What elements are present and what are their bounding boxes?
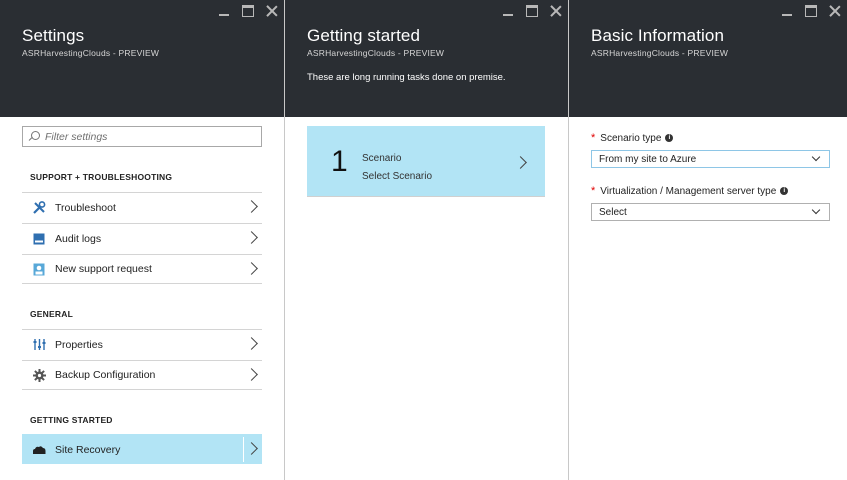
- window-controls: [218, 5, 278, 17]
- getting-started-blade: Getting started ASRHarvestingClouds - PR…: [285, 0, 569, 480]
- menu-item-label: Troubleshoot: [55, 201, 116, 214]
- field-label-text: Virtualization / Management server type: [600, 185, 777, 197]
- chevron-right-icon: [245, 368, 258, 381]
- menu-item-audit-logs[interactable]: Audit logs: [22, 223, 262, 253]
- wrench-icon: [32, 200, 46, 215]
- getting-started-blade-header: Getting started ASRHarvestingClouds - PR…: [285, 0, 568, 117]
- support-person-icon: [32, 262, 46, 276]
- section-header-getting-started: GETTING STARTED: [30, 415, 113, 425]
- required-marker: *: [591, 185, 596, 197]
- chevron-right-icon: [514, 156, 527, 169]
- window-controls: [781, 5, 841, 17]
- divider: [243, 437, 244, 462]
- menu-item-label: New support request: [55, 263, 152, 275]
- chevron-right-icon: [245, 442, 258, 455]
- maximize-icon[interactable]: [242, 5, 254, 17]
- field-label-text: Scenario type: [600, 132, 662, 144]
- server-type-label: * Virtualization / Management server typ…: [591, 185, 789, 197]
- menu-item-site-recovery[interactable]: Site Recovery: [22, 434, 262, 464]
- close-icon[interactable]: [550, 5, 562, 17]
- chevron-right-icon: [245, 337, 258, 350]
- filter-settings-input[interactable]: [45, 130, 245, 143]
- basic-information-blade: Basic Information ASRHarvestingClouds - …: [569, 0, 847, 480]
- close-icon[interactable]: [829, 5, 841, 17]
- step-subtitle: Select Scenario: [362, 171, 433, 182]
- menu-item-properties[interactable]: Properties: [22, 329, 262, 359]
- filter-settings-search[interactable]: [22, 126, 262, 147]
- chevron-down-icon: [811, 152, 821, 162]
- cloud-icon: [32, 443, 46, 457]
- window-controls: [502, 5, 562, 17]
- blade-description: These are long running tasks done on pre…: [307, 72, 506, 83]
- menu-item-label: Properties: [55, 338, 103, 351]
- blade-title: Basic Information: [591, 26, 725, 45]
- dropdown-value: Select: [599, 206, 627, 218]
- search-icon: [29, 131, 40, 142]
- menu-item-label: Backup Configuration: [55, 369, 156, 381]
- blade-subtitle: ASRHarvestingClouds - PREVIEW: [22, 48, 160, 58]
- minimize-icon[interactable]: [218, 5, 230, 17]
- menu-item-label: Site Recovery: [55, 443, 121, 456]
- settings-blade-header: Settings ASRHarvestingClouds - PREVIEW: [0, 0, 284, 117]
- scenario-step-tile[interactable]: 1 Scenario Select Scenario: [307, 126, 545, 197]
- server-type-dropdown[interactable]: Select: [591, 203, 830, 221]
- dropdown-value: From my site to Azure: [599, 153, 697, 165]
- step-number: 1: [331, 145, 348, 178]
- close-icon[interactable]: [266, 5, 278, 17]
- blade-title: Getting started: [307, 26, 421, 45]
- blade-title: Settings: [22, 26, 85, 45]
- step-title: Scenario: [362, 153, 402, 164]
- info-icon[interactable]: i: [665, 134, 674, 142]
- maximize-icon[interactable]: [805, 5, 817, 17]
- required-marker: *: [591, 132, 596, 144]
- maximize-icon[interactable]: [526, 5, 538, 17]
- info-icon[interactable]: i: [780, 187, 789, 195]
- menu-item-troubleshoot[interactable]: Troubleshoot: [22, 192, 262, 222]
- chevron-right-icon: [245, 200, 258, 213]
- sliders-icon: [32, 338, 46, 352]
- menu-item-backup-configuration[interactable]: Backup Configuration: [22, 360, 262, 390]
- settings-blade: Settings ASRHarvestingClouds - PREVIEW S…: [0, 0, 285, 480]
- blade-subtitle: ASRHarvestingClouds - PREVIEW: [591, 48, 729, 58]
- basic-information-blade-header: Basic Information ASRHarvestingClouds - …: [569, 0, 847, 117]
- scenario-type-dropdown[interactable]: From my site to Azure: [591, 150, 830, 168]
- audit-log-icon: [32, 232, 46, 246]
- menu-item-label: Audit logs: [55, 232, 102, 245]
- chevron-down-icon: [811, 205, 821, 215]
- minimize-icon[interactable]: [781, 5, 793, 17]
- chevron-right-icon: [245, 231, 258, 244]
- minimize-icon[interactable]: [502, 5, 514, 17]
- chevron-right-icon: [245, 262, 258, 275]
- menu-item-new-support-request[interactable]: New support request: [22, 254, 262, 284]
- section-header-general: GENERAL: [30, 309, 73, 319]
- blade-subtitle: ASRHarvestingClouds - PREVIEW: [307, 48, 445, 58]
- gear-icon: [32, 368, 46, 382]
- section-header-support: SUPPORT + TROUBLESHOOTING: [30, 172, 173, 182]
- scenario-type-label: * Scenario type i: [591, 132, 674, 144]
